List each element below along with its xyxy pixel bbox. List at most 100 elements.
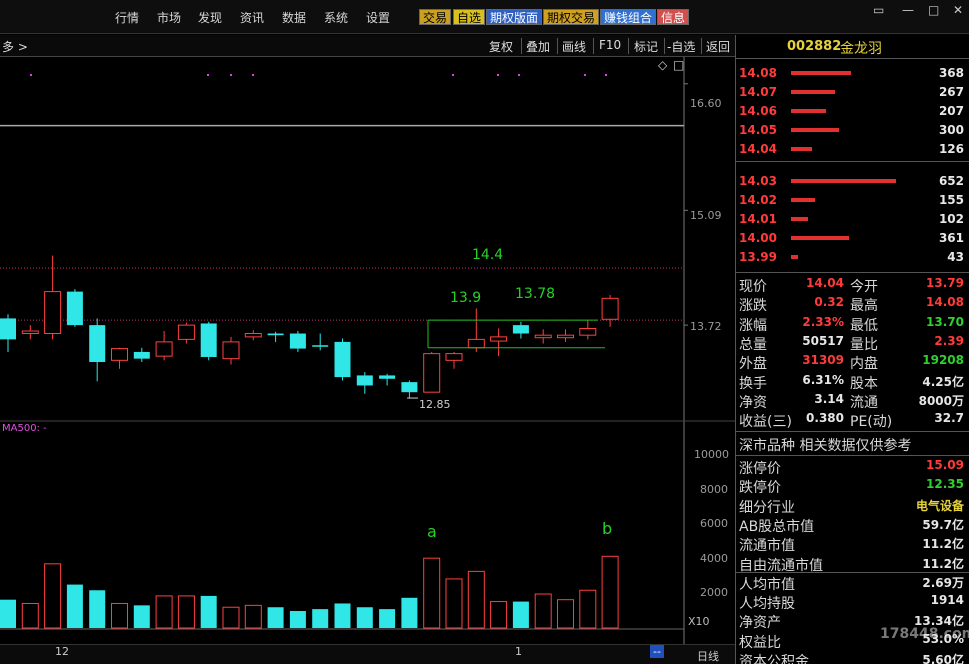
kline-chart-svg[interactable] [0, 57, 735, 644]
volume-bar-down [0, 599, 16, 628]
quote-row: 现价 14.04 今开 13.79 [736, 275, 964, 295]
quote-label: 量比 [850, 336, 878, 353]
menu-discover[interactable]: 发现 [198, 9, 222, 26]
info-label: 人均市值 [739, 576, 795, 593]
bid-row[interactable]: 14.00 361 [736, 229, 964, 248]
minimize-icon[interactable]: — [902, 3, 914, 17]
candle-body-up [445, 353, 463, 361]
f10-button[interactable]: F10 [599, 38, 621, 52]
tag-info-button[interactable]: 信息 [657, 9, 690, 25]
market-note: 深市品种 相关数据仅供参考 [739, 438, 912, 454]
quote-value: 3.14 [814, 391, 844, 406]
ma500-label: MA500: - [2, 423, 47, 434]
overlay-button[interactable]: 叠加 [526, 38, 550, 55]
quote-label: 换手 [739, 375, 767, 392]
quote-value: 14.08 [926, 295, 964, 310]
toolbar-divider [628, 38, 629, 54]
bid-row[interactable]: 14.02 155 [736, 191, 964, 210]
stock-code: 002882 [787, 39, 842, 54]
bid-row[interactable]: 14.01 102 [736, 210, 964, 229]
toolbar-divider [701, 38, 702, 54]
quote-value: 2.39 [934, 333, 964, 348]
period-indicator[interactable]: -- [650, 645, 664, 658]
volume-bar-up [21, 602, 39, 629]
square-icon[interactable]: □ [673, 58, 684, 72]
event-dot [207, 74, 209, 76]
quote-row: 总量 50517 量比 2.39 [736, 333, 964, 353]
candle-body-down [379, 375, 396, 379]
event-dot [252, 74, 254, 76]
quote-value: 13.79 [926, 276, 964, 290]
volume-bar-up [44, 563, 62, 629]
more-menu[interactable]: 多 > [2, 38, 28, 55]
close-icon[interactable]: ✕ [953, 3, 963, 17]
bid-price: 13.99 [739, 250, 777, 264]
ask-price: 14.05 [739, 123, 777, 137]
info-value: 59.7亿 [922, 517, 964, 532]
diamond-icon[interactable]: ◇ [658, 58, 667, 72]
level-13-78-label: 13.78 [515, 286, 556, 302]
volume-bar-up [601, 555, 619, 629]
menu-market[interactable]: 市场 [157, 9, 181, 26]
volume-bar-down [89, 590, 106, 628]
menu-system[interactable]: 系统 [324, 9, 348, 26]
bid-volume-bar [791, 198, 815, 202]
candle-body-up [21, 330, 39, 335]
tag-trade-button[interactable]: 交易 [419, 9, 452, 25]
tag-options-trade-button[interactable]: 期权交易 [543, 9, 600, 25]
menu-news[interactable]: 资讯 [240, 9, 264, 26]
ask-row[interactable]: 14.06 207 [736, 102, 964, 121]
volume-tick: 8000 [700, 483, 728, 496]
quote-label: 流通 [850, 394, 878, 411]
tag-watchlist-button[interactable]: 自选 [453, 9, 486, 25]
info-label: 流通市值 [739, 538, 795, 555]
candle-body-down [267, 333, 284, 336]
candle-body-up [467, 338, 485, 349]
info-row: AB股总市值 59.7亿 [736, 515, 964, 535]
bid-volume: 155 [938, 193, 964, 207]
orderbook-divider [736, 161, 969, 162]
tag-options-layout-button[interactable]: 期权版面 [486, 9, 543, 25]
ask-row[interactable]: 14.04 126 [736, 140, 964, 159]
volume-bar-up [557, 599, 574, 629]
bid-row[interactable]: 14.03 652 [736, 172, 964, 191]
adjust-button[interactable]: 复权 [489, 38, 513, 55]
ask-volume-bar [791, 90, 835, 94]
kline-chart[interactable]: ◇ □ 16.60 15.09 13.72 10000 8000 6000 40… [0, 57, 735, 644]
bid-volume-bar [791, 217, 808, 221]
remove-watchlist-button[interactable]: -自选 [667, 38, 695, 55]
candle-body-up [222, 341, 240, 360]
restore-icon[interactable]: ▭ [873, 3, 884, 17]
candle-body-down [356, 375, 373, 386]
menu-settings[interactable]: 设置 [366, 9, 390, 26]
bid-price: 14.01 [739, 212, 777, 226]
volume-bar-down [200, 595, 217, 628]
bid-row[interactable]: 13.99 43 [736, 248, 964, 267]
menu-quotes[interactable]: 行情 [115, 9, 139, 26]
volume-marker-b: b [602, 519, 613, 538]
candle-body-up [490, 336, 508, 342]
volume-bar-up [177, 595, 195, 629]
candle-body-down [334, 341, 351, 378]
ask-row[interactable]: 14.08 368 [736, 64, 964, 83]
period-daily-tab[interactable]: 日线 [697, 648, 719, 664]
info-label: AB股总市值 [739, 518, 815, 535]
volume-bar-down [334, 603, 351, 628]
volume-multiplier: X10 [688, 615, 710, 628]
info-value: 12.35 [926, 477, 964, 492]
mark-button[interactable]: 标记 [634, 38, 658, 55]
info-label: 人均持股 [739, 596, 795, 613]
bid-price: 14.03 [739, 174, 777, 188]
candle-body-down [66, 291, 83, 326]
tag-portfolio-button[interactable]: 赚钱组合 [600, 9, 657, 25]
ask-row[interactable]: 14.05 300 [736, 121, 964, 140]
menu-data[interactable]: 数据 [282, 9, 306, 26]
ask-row[interactable]: 14.07 267 [736, 83, 964, 102]
bid-volume-bar [791, 236, 849, 240]
event-dot [452, 74, 454, 76]
info-row: 流通市值 11.2亿 [736, 534, 964, 555]
quote-label: 收益(三) [739, 414, 792, 431]
back-button[interactable]: 返回 [706, 38, 730, 55]
maximize-icon[interactable]: □ [928, 3, 939, 17]
draw-line-button[interactable]: 画线 [562, 38, 586, 55]
